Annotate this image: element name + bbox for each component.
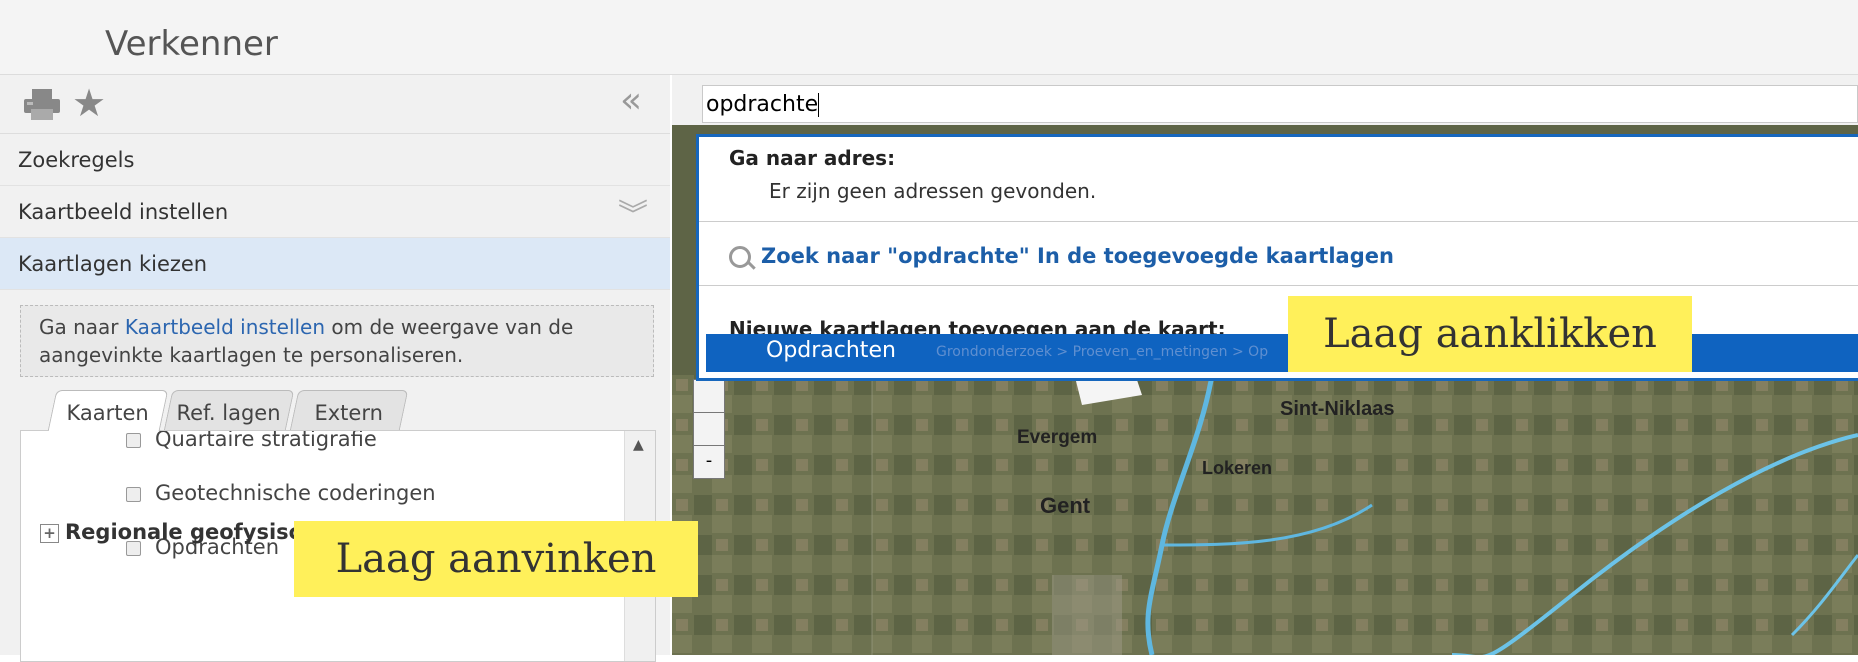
star-icon[interactable]: ★ [72, 81, 106, 125]
section-kaartlagen-kiezen[interactable]: Kaartlagen kiezen [0, 238, 670, 290]
section-label: Zoekregels [18, 148, 135, 172]
section-label: Kaartbeeld instellen [18, 200, 229, 224]
zoom-level-button[interactable] [693, 379, 725, 413]
section-zoekregels[interactable]: Zoekregels [0, 134, 670, 186]
info-notice: Ga naar Kaartbeeld instellen om de weerg… [20, 305, 654, 377]
sidebar-toolbar: ★ « [0, 75, 670, 134]
tab-kaarten[interactable]: Kaarten [47, 390, 169, 431]
search-in-layers-label: Zoek naar "opdrachte" In de toegevoegde … [761, 244, 1394, 268]
section-kaartbeeld-instellen[interactable]: Kaartbeeld instellen ︾ [0, 186, 670, 238]
app-title: Verkenner [105, 24, 278, 64]
suggestion-path: Grondonderzoek > Proeven_en_metingen > O… [936, 344, 1269, 360]
print-icon[interactable] [22, 87, 62, 121]
layer-tabs: Kaarten Ref. lagen Extern [40, 390, 660, 431]
map-label-city: Evergem [1017, 427, 1098, 448]
search-input-value: opdrachte [706, 92, 819, 117]
expand-chevron-icon[interactable]: ︾ [618, 190, 648, 242]
zoom-out-button[interactable]: - [693, 445, 725, 479]
kaartbeeld-instellen-link[interactable]: Kaartbeeld instellen [125, 315, 325, 339]
zoom-level-button[interactable] [693, 412, 725, 446]
map-zoom-control: - [693, 379, 725, 490]
callout-laag-aanklikken: Laag aanklikken [1288, 296, 1692, 372]
layer-label: Geotechnische coderingen [155, 481, 436, 505]
layer-item[interactable]: Geotechnische coderingen [126, 481, 436, 505]
layer-label: Quartaire stratigrafie [155, 430, 377, 451]
layer-checkbox[interactable] [126, 486, 141, 502]
app-header: Verkenner [0, 0, 1858, 75]
address-heading: Ga naar adres: [729, 146, 896, 170]
divider [699, 221, 1858, 222]
callout-laag-aanvinken: Laag aanvinken [294, 521, 698, 597]
suggestion-title: Opdrachten [766, 338, 896, 363]
tab-label: Kaarten [66, 401, 149, 425]
collapse-sidebar-icon[interactable]: « [620, 81, 642, 121]
expand-plus-icon[interactable]: + [40, 523, 59, 543]
search-icon [729, 246, 751, 268]
layer-item[interactable]: Quartaire stratigrafie [126, 430, 377, 451]
map-label-city: Lokeren [1202, 458, 1273, 478]
search-input[interactable]: opdrachte [702, 85, 1858, 123]
text-caret [818, 93, 820, 117]
tab-ref-lagen[interactable]: Ref. lagen [163, 390, 295, 431]
map-label-city: Gent [1040, 493, 1091, 518]
search-in-layers-option[interactable]: Zoek naar "opdrachte" In de toegevoegde … [729, 244, 1394, 268]
tab-label: Ref. lagen [176, 401, 281, 425]
address-result-text: Er zijn geen adressen gevonden. [769, 179, 1097, 203]
divider [699, 285, 1858, 286]
tab-label: Extern [314, 401, 383, 425]
section-label: Kaartlagen kiezen [18, 252, 208, 276]
notice-prefix: Ga naar [39, 315, 125, 339]
tab-extern[interactable]: Extern [289, 390, 409, 431]
scroll-up-arrow-icon[interactable]: ▲ [633, 437, 644, 453]
map-label-city: Sint-Niklaas [1280, 398, 1395, 420]
